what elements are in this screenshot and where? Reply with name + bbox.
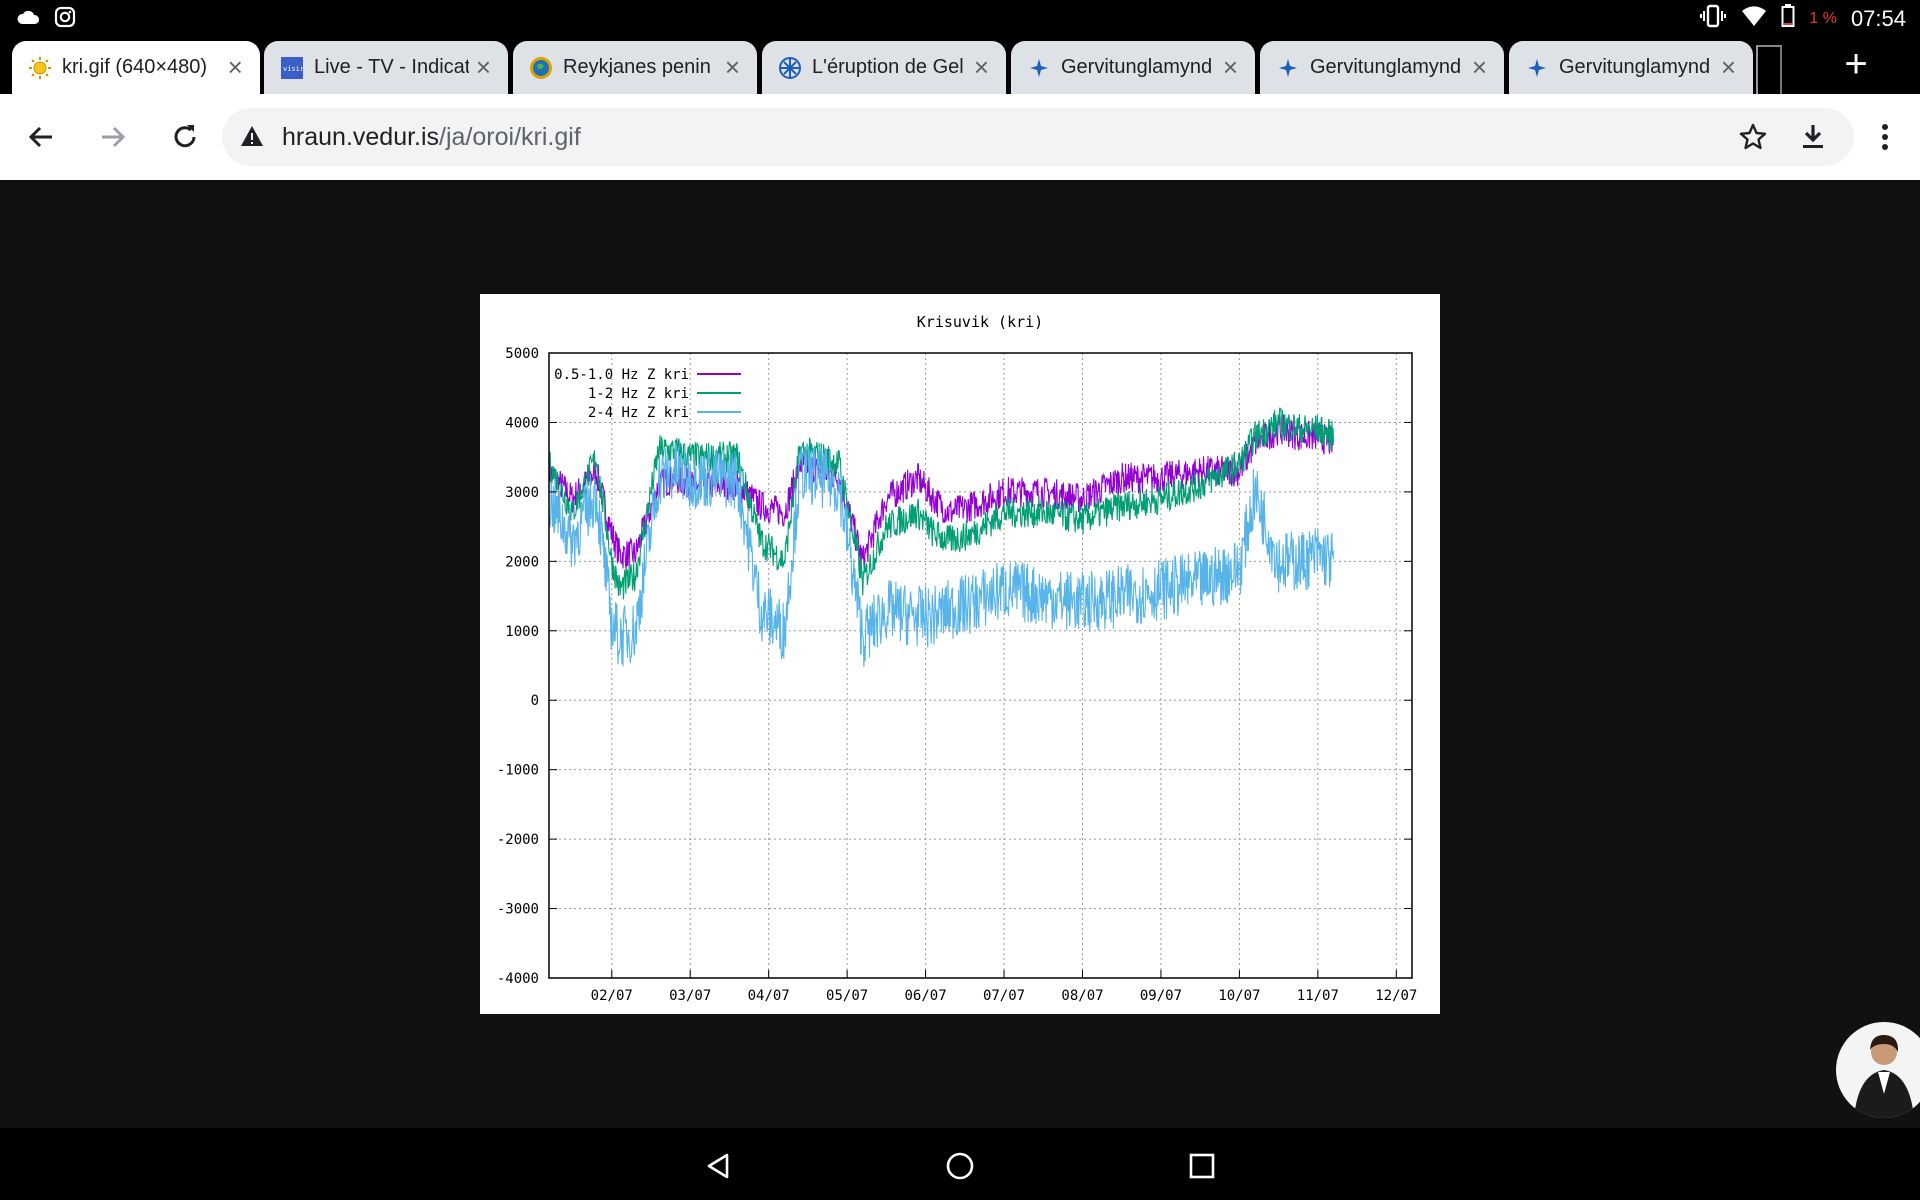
chart-title: Krisuvik (kri) xyxy=(917,313,1043,331)
clock: 07:54 xyxy=(1850,6,1906,31)
notification-icons xyxy=(16,6,76,33)
tab-eruption[interactable]: L'éruption de Gel × xyxy=(762,41,1006,94)
url-path: /ja/oroi/kri.gif xyxy=(439,123,581,151)
home-circle-icon[interactable] xyxy=(940,1146,980,1186)
close-icon[interactable]: × xyxy=(1714,52,1743,83)
tab-gervitunglamynd-3[interactable]: Gervitunglamynd × xyxy=(1509,41,1753,94)
x-tick-label: 07/07 xyxy=(983,988,1025,1004)
snowflake-icon xyxy=(778,56,802,80)
tab-title: Live - TV - Indicat xyxy=(314,56,469,78)
y-tick-label: -2000 xyxy=(497,832,539,848)
star-icon[interactable] xyxy=(1738,122,1768,157)
menu-button[interactable] xyxy=(1862,114,1908,160)
tab-gervitunglamynd-1[interactable]: Gervitunglamynd × xyxy=(1011,41,1255,94)
x-tick-label: 04/07 xyxy=(748,988,790,1004)
legend-label: 0.5-1.0 Hz Z kri xyxy=(554,367,689,383)
back-triangle-icon[interactable] xyxy=(698,1146,738,1186)
tab-gervitunglamynd-2[interactable]: Gervitunglamynd × xyxy=(1260,41,1504,94)
tab-title: Gervitunglamynd xyxy=(1559,56,1711,78)
tab-title: kri.gif (640×480) xyxy=(62,56,208,78)
chart-axes: 5000 4000 3000 2000 1000 0 -1000 -2000 -3000 -400… xyxy=(497,346,1418,1004)
legend-label: 2-4 Hz Z kri xyxy=(588,405,689,421)
status-bar: 1 % 07:54 xyxy=(0,0,1920,37)
x-tick-label: 11/07 xyxy=(1297,988,1339,1004)
browser-toolbar: hraun.vedur.is/ja/oroi/kri.gif xyxy=(0,94,1920,181)
x-tick-label: 08/07 xyxy=(1061,988,1103,1004)
satellite-icon xyxy=(1027,56,1051,80)
tab-title: Gervitunglamynd xyxy=(1310,56,1462,78)
reload-icon xyxy=(174,125,196,148)
close-icon[interactable]: × xyxy=(469,52,498,83)
y-tick-label: -3000 xyxy=(497,902,539,918)
chart-series xyxy=(548,407,1335,668)
download-icon[interactable] xyxy=(1798,122,1828,157)
kri-gif-image: 5000 4000 3000 2000 1000 0 -1000 -2000 -3000 -400… xyxy=(480,294,1440,1014)
battery-icon xyxy=(1781,4,1795,34)
x-tick-label: 09/07 xyxy=(1140,988,1182,1004)
more-vert-icon xyxy=(1882,124,1888,150)
tab-title: L'éruption de Gel xyxy=(812,56,964,78)
satellite-icon xyxy=(1525,56,1549,80)
y-tick-label: 2000 xyxy=(505,554,539,570)
close-icon[interactable]: × xyxy=(1465,52,1494,83)
x-tick-label: 12/07 xyxy=(1375,988,1417,1004)
system-icons: 1 % 07:54 xyxy=(1699,4,1906,34)
close-icon[interactable]: × xyxy=(718,52,747,83)
back-button[interactable] xyxy=(18,114,64,160)
x-tick-label: 10/07 xyxy=(1218,988,1260,1004)
tab-reykjanes[interactable]: Reykjanes penin × xyxy=(513,41,757,94)
vibrate-icon xyxy=(1699,4,1727,34)
url-host: hraun.vedur.is xyxy=(282,123,440,151)
close-icon[interactable]: × xyxy=(967,52,996,83)
forward-button[interactable] xyxy=(90,114,136,160)
recents-square-icon[interactable] xyxy=(1182,1146,1222,1186)
y-tick-label: 4000 xyxy=(505,415,539,431)
sun-icon xyxy=(28,56,52,80)
new-tab-button[interactable]: + xyxy=(1836,44,1876,86)
y-tick-label: 1000 xyxy=(505,624,539,640)
wifi-icon xyxy=(1741,5,1767,33)
close-icon[interactable]: × xyxy=(1216,52,1245,83)
tab-kri-gif[interactable]: kri.gif (640×480) × xyxy=(12,41,260,94)
svg-text:vísir: vísir xyxy=(283,65,303,73)
battery-percent: 1 % xyxy=(1809,10,1837,27)
reload-button[interactable] xyxy=(162,114,208,160)
tab-title: Reykjanes penin xyxy=(563,56,711,78)
y-tick-label: 5000 xyxy=(505,346,539,362)
x-tick-label: 02/07 xyxy=(591,988,633,1004)
satellite-icon xyxy=(1276,56,1300,80)
tab-stack-edge xyxy=(1756,45,1782,94)
x-tick-label: 06/07 xyxy=(905,988,947,1004)
tab-live-tv[interactable]: vísir Live - TV - Indicat × xyxy=(264,41,508,94)
x-tick-label: 05/07 xyxy=(826,988,868,1004)
x-tick-label: 03/07 xyxy=(669,988,711,1004)
system-navigation-bar xyxy=(0,1128,1920,1200)
not-secure-warning-icon[interactable] xyxy=(240,125,264,152)
arrow-left-icon xyxy=(28,126,52,148)
y-tick-label: 0 xyxy=(531,693,539,709)
url-text: hraun.vedur.is/ja/oroi/kri.gif xyxy=(282,123,581,152)
visir-icon: vísir xyxy=(280,56,304,80)
address-bar[interactable]: hraun.vedur.is/ja/oroi/kri.gif xyxy=(222,108,1854,166)
arrow-right-icon xyxy=(102,126,126,148)
legend-label: 1-2 Hz Z kri xyxy=(588,386,689,402)
y-tick-label: -1000 xyxy=(497,763,539,779)
y-tick-label: 3000 xyxy=(505,485,539,501)
close-icon[interactable]: × xyxy=(220,52,250,83)
tremor-chart: 5000 4000 3000 2000 1000 0 -1000 -2000 -3000 -400… xyxy=(497,313,1418,1004)
instagram-icon xyxy=(54,6,76,33)
tab-title: Gervitunglamynd xyxy=(1061,56,1213,78)
cloud-icon xyxy=(16,9,40,30)
chart-legend: 0.5-1.0 Hz Z kri 1-2 Hz Z kri 2-4 Hz Z kri xyxy=(554,367,741,421)
globe-icon xyxy=(529,56,553,80)
tab-strip: kri.gif (640×480) × vísir Live - TV - In… xyxy=(0,37,1920,94)
y-tick-label: -4000 xyxy=(497,971,539,987)
